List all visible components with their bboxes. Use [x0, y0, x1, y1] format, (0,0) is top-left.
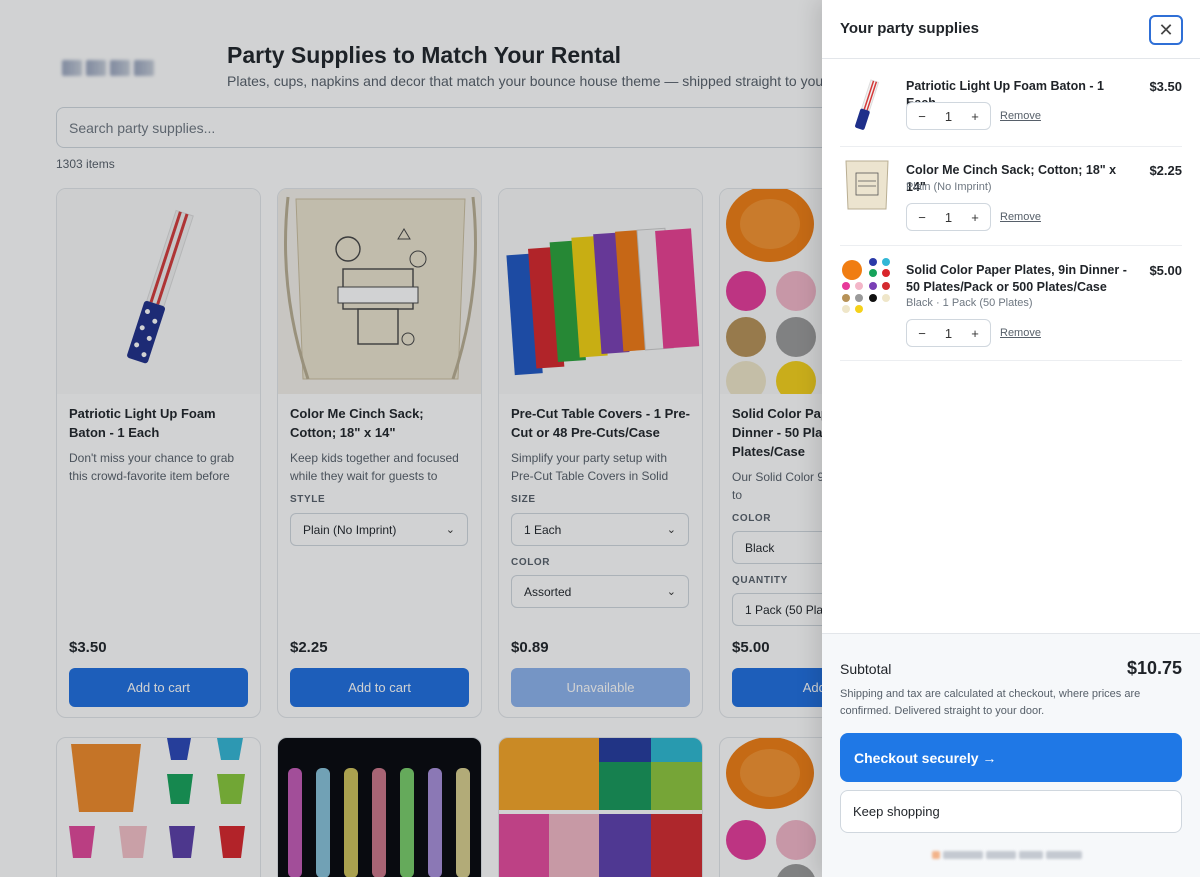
cart-item-variant: Black · 1 Pack (50 Plates): [906, 297, 1033, 309]
increment-button[interactable]: +: [968, 109, 982, 124]
quantity-stepper[interactable]: − 1 +: [906, 319, 991, 347]
remove-link[interactable]: Remove: [1000, 327, 1041, 339]
keep-shopping-button[interactable]: Keep shopping: [840, 790, 1182, 833]
quantity-stepper[interactable]: − 1 +: [906, 203, 991, 231]
checkout-button[interactable]: Checkout securely →: [840, 733, 1182, 782]
decrement-button[interactable]: −: [915, 326, 929, 341]
cart-line-item: Color Me Cinch Sack; Cotton; 18" x 14" $…: [840, 147, 1182, 246]
cart-line-item: Solid Color Paper Plates, 9in Dinner - 5…: [840, 246, 1182, 361]
cart-item-thumbnail: [840, 256, 894, 314]
cart-item-name: Solid Color Paper Plates, 9in Dinner - 5…: [906, 263, 1127, 294]
cart-header: Your party supplies ✕: [822, 0, 1200, 59]
quantity-stepper[interactable]: − 1 +: [906, 102, 991, 130]
cart-item-price: $3.50: [1149, 79, 1182, 94]
cart-line-item: Patriotic Light Up Foam Baton - 1 Each $…: [840, 60, 1182, 147]
close-icon: ✕: [1158, 19, 1174, 40]
subtotal-label: Subtotal: [840, 661, 892, 677]
close-button[interactable]: ✕: [1149, 15, 1183, 45]
quantity-value[interactable]: 1: [942, 210, 956, 225]
remove-link[interactable]: Remove: [1000, 211, 1041, 223]
cart-footer: Subtotal $10.75 Shipping and tax are cal…: [822, 633, 1200, 877]
decrement-button[interactable]: −: [915, 109, 929, 124]
powered-by-badge: [932, 850, 1102, 860]
cart-title: Your party supplies: [840, 20, 979, 37]
cinch-sack-thumb: [845, 160, 889, 210]
decrement-button[interactable]: −: [915, 210, 929, 225]
increment-button[interactable]: +: [968, 326, 982, 341]
cart-item-thumbnail: [840, 157, 894, 215]
remove-link[interactable]: Remove: [1000, 110, 1041, 122]
subtotal-value: $10.75: [1126, 658, 1182, 678]
shipping-note: Shipping and tax are calculated at check…: [840, 688, 1141, 717]
paper-plates-thumb: [842, 258, 890, 313]
increment-button[interactable]: +: [968, 210, 982, 225]
foam-baton-thumb: [855, 79, 880, 130]
cart-item-thumbnail: [840, 76, 894, 134]
quantity-value[interactable]: 1: [942, 326, 956, 341]
cart-drawer: Your party supplies ✕ Patriotic Light Up…: [822, 0, 1200, 877]
cart-item-variant: Plain (No Imprint): [906, 181, 992, 193]
quantity-value[interactable]: 1: [942, 109, 956, 124]
cart-item-price: $2.25: [1149, 163, 1182, 178]
cart-item-price: $5.00: [1149, 263, 1182, 278]
